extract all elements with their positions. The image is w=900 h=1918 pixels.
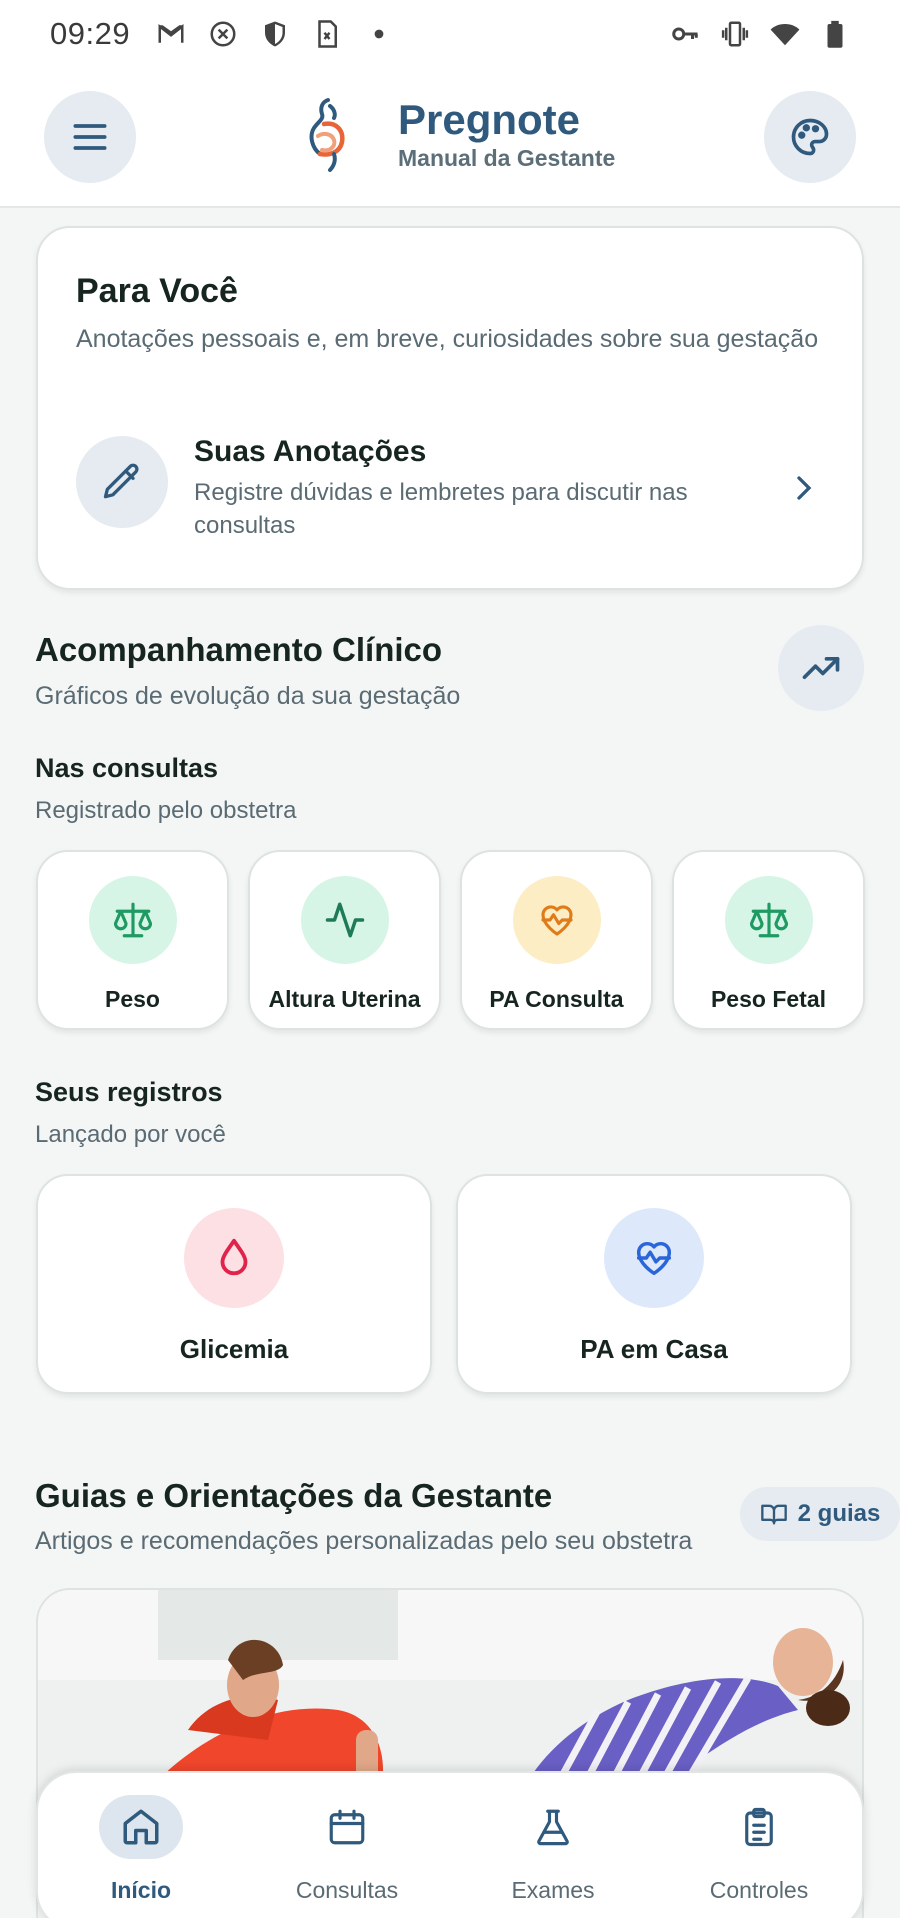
nav-icon-wrap [99, 1795, 183, 1859]
status-system-icons [670, 19, 850, 49]
app-header: Pregnote Manual da Gestante [0, 68, 900, 208]
tile-label: Peso [105, 986, 160, 1012]
guias-subtitle: Artigos e recomendações personalizadas p… [35, 1527, 693, 1555]
bottom-nav: Início Consultas Exames Controles [36, 1771, 864, 1918]
scale-icon [749, 902, 788, 938]
battery-icon [820, 19, 850, 49]
tile-label: Peso Fetal [710, 986, 827, 1012]
nav-label: Controles [709, 1877, 809, 1903]
vibrate-icon [720, 19, 750, 49]
tile-pa-consulta[interactable]: PA Consulta [460, 850, 653, 1030]
charts-button[interactable] [778, 625, 864, 711]
theme-button[interactable] [764, 91, 856, 183]
registros-title: Seus registros [35, 1077, 223, 1107]
status-time: 09:29 [50, 16, 131, 51]
tile-pa-em-casa[interactable]: PA em Casa [456, 1174, 852, 1394]
guides-count: 2 guias [797, 1500, 881, 1527]
drop-icon [220, 1238, 248, 1276]
nav-item-controles[interactable]: Controles [656, 1773, 862, 1918]
heart-pulse-icon [540, 905, 573, 936]
flask-icon [537, 1809, 569, 1846]
book-open-icon [760, 1504, 787, 1525]
para-voce-card: Para Você Anotações pessoais e, em breve… [36, 226, 864, 590]
hamburger-icon [73, 124, 107, 150]
app-name: Pregnote [398, 96, 581, 143]
gmail-icon [156, 19, 186, 49]
calendar-icon [329, 1809, 365, 1845]
menu-button[interactable] [44, 91, 136, 183]
trending-up-icon [802, 657, 840, 679]
brand: Pregnote Manual da Gestante [298, 94, 615, 174]
nav-label: Início [110, 1877, 172, 1903]
reg-icon-circle [184, 1208, 284, 1308]
status-notification-icons [156, 19, 394, 49]
nav-item-consultas[interactable]: Consultas [244, 1773, 450, 1918]
notes-icon-circle [76, 436, 168, 528]
chevron-right-icon [797, 476, 812, 500]
tile-label: Altura Uterina [268, 986, 421, 1012]
nav-icon-wrap [305, 1795, 389, 1859]
shield-icon [260, 19, 290, 49]
notes-description: Registre dúvidas e lembretes para discut… [194, 479, 688, 539]
consultas-title: Nas consultas [35, 753, 219, 783]
guides-count-badge[interactable]: 2 guias [740, 1487, 900, 1541]
tile-label: Glicemia [179, 1334, 289, 1364]
tile-label: PA em Casa [580, 1334, 728, 1364]
tile-label: PA Consulta [489, 986, 624, 1012]
clinico-subtitle: Gráficos de evolução da sua gestação [35, 682, 461, 710]
nav-item-inicio[interactable]: Início [38, 1773, 244, 1918]
tile-icon-circle [724, 876, 813, 964]
clinico-title: Acompanhamento Clínico [35, 631, 443, 668]
activity-icon [325, 902, 364, 938]
home-icon [123, 1809, 159, 1845]
tile-altura-uterina[interactable]: Altura Uterina [248, 850, 441, 1030]
blocked-icon [208, 19, 238, 49]
registros-subtitle: Lançado por você [35, 1121, 226, 1148]
vpn-key-icon [670, 19, 700, 49]
pencil-icon [103, 463, 139, 499]
tile-glicemia[interactable]: Glicemia [36, 1174, 432, 1394]
scale-icon [113, 902, 152, 938]
status-bar: 09:29 [0, 0, 900, 68]
consultas-subtitle: Registrado pelo obstetra [35, 797, 297, 824]
clipboard-icon [745, 1807, 773, 1847]
tile-peso-fetal[interactable]: Peso Fetal [672, 850, 865, 1030]
tile-peso[interactable]: Peso [36, 850, 229, 1030]
notes-row[interactable]: Suas Anotações Registre dúvidas e lembre… [76, 434, 824, 542]
notes-title: Suas Anotações [194, 435, 427, 468]
heart-pulse-icon [636, 1241, 672, 1276]
reg-icon-circle [604, 1208, 704, 1308]
tile-icon-circle [512, 876, 601, 964]
para-voce-title: Para Você [76, 272, 238, 310]
nav-icon-wrap [511, 1795, 595, 1859]
sim-icon [312, 19, 342, 49]
nav-icon-wrap [717, 1795, 801, 1859]
palette-icon [791, 118, 829, 156]
app-subtitle: Manual da Gestante [398, 145, 616, 171]
pregnant-logo-icon [309, 98, 345, 172]
wifi-icon [770, 19, 800, 49]
nav-label: Exames [511, 1877, 595, 1903]
tile-icon-circle [88, 876, 177, 964]
dot-icon [364, 19, 394, 49]
para-voce-subtitle: Anotações pessoais e, em breve, curiosid… [76, 325, 819, 353]
tile-icon-circle [300, 876, 389, 964]
nav-item-exames[interactable]: Exames [450, 1773, 656, 1918]
guias-title: Guias e Orientações da Gestante [35, 1477, 553, 1514]
nav-label: Consultas [295, 1877, 399, 1903]
